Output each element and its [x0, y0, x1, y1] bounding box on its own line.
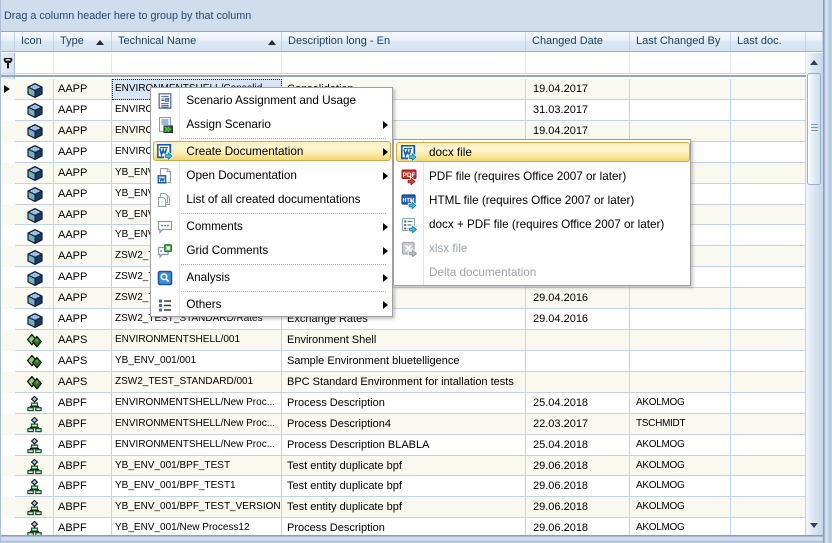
svg-text:PDF: PDF — [403, 172, 416, 179]
